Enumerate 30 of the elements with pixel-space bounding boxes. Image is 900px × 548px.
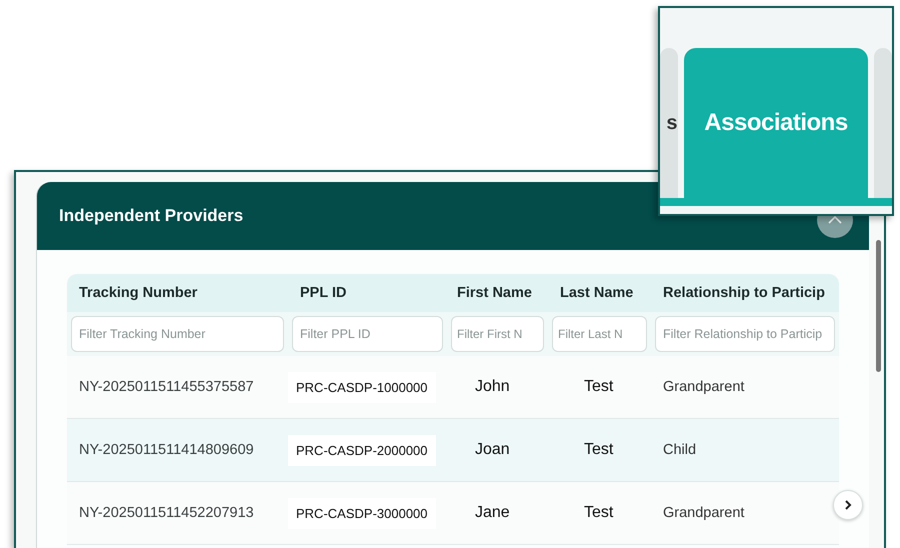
filter-field[interactable]: Filter Tracking Number: [71, 316, 284, 352]
table-cell: Grandparent: [663, 505, 744, 521]
scrollbar-thumb[interactable]: [876, 240, 881, 372]
column-header[interactable]: Relationship to Particip: [651, 285, 839, 301]
chevron-right-icon: [843, 499, 853, 511]
table-cell: Test: [584, 441, 614, 458]
id-chip: PRC-CASDP-1000000: [288, 372, 436, 402]
tab[interactable]: s: [660, 48, 678, 198]
table-cell: Test: [584, 378, 614, 395]
dialog-title: Independent Providers: [59, 206, 244, 226]
table-cell: Grandparent: [663, 379, 744, 395]
filter-field[interactable]: Filter Last N: [552, 316, 647, 352]
table-cell: Joan: [475, 441, 510, 458]
column-header[interactable]: Last Name: [548, 285, 651, 301]
table-cell: John: [475, 378, 510, 395]
table-cell: Test: [584, 504, 614, 521]
table-cell: NY-2025011511414809609: [79, 442, 254, 458]
table-cell: NY-2025011511452207913: [79, 505, 254, 521]
id-chip: PRC-CASDP-3000000: [288, 498, 436, 528]
column-header[interactable]: PPL ID: [288, 285, 447, 301]
column-header[interactable]: First Name: [447, 285, 548, 301]
filter-field[interactable]: Filter Relationship to Particip: [655, 316, 835, 352]
table-cell: Jane: [475, 504, 510, 521]
filter-field[interactable]: Filter First N: [451, 316, 544, 352]
table-cell: Child: [663, 442, 696, 458]
column-header[interactable]: Tracking Number: [67, 285, 288, 301]
table-cell: NY-2025011511455375587: [79, 379, 254, 395]
next-button[interactable]: [833, 490, 863, 520]
id-chip: PRC-CASDP-2000000: [288, 434, 436, 466]
filter-field[interactable]: Filter PPL ID: [292, 316, 443, 352]
